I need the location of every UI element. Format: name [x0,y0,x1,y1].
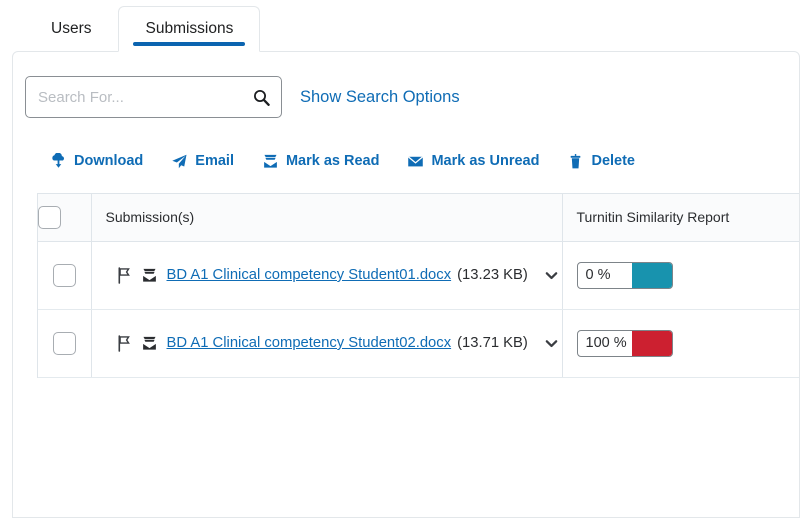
row-checkbox[interactable] [52,331,76,355]
trash-icon [567,153,584,170]
submissions-panel: Show Search Options Download Email [12,51,800,518]
submissions-column-header: Submission(s) [90,194,563,242]
turnitin-cell: 100 % [562,309,799,378]
search-input[interactable] [26,88,281,106]
inbox-down-icon[interactable] [141,335,158,352]
select-all-header [38,194,91,242]
delete-button[interactable]: Delete [567,153,635,170]
similarity-color-swatch [631,262,672,288]
row-checkbox[interactable] [52,263,76,287]
turnitin-column-header: Turnitin Similarity Report [562,194,799,242]
envelope-icon [407,153,424,170]
flag-outline-icon[interactable] [117,266,132,284]
download-label: Download [74,153,144,169]
similarity-color-swatch [631,330,672,356]
submission-cell: BD A1 Clinical competency Student01.docx… [90,241,563,310]
search-icon[interactable] [252,88,270,106]
row-select-cell [38,241,91,310]
search-row: Show Search Options [25,76,799,118]
turnitin-cell: 0 % [562,241,799,310]
search-box[interactable] [25,76,282,118]
active-tab-indicator [133,42,246,46]
inbox-down-icon[interactable] [141,267,158,284]
action-toolbar: Download Email Mark as Read Mark as Unre… [25,149,799,173]
similarity-badge[interactable]: 0 % [576,261,673,289]
tab-users[interactable]: Users [24,6,118,52]
cloud-download-icon [50,152,67,170]
download-button[interactable]: Download [50,152,144,170]
submission-file-link[interactable]: BD A1 Clinical competency Student01.docx [167,267,452,283]
submission-file-size: (13.71 KB) [457,335,528,351]
inbox-down-icon [262,153,279,170]
select-all-checkbox[interactable] [38,205,61,229]
table-row: BD A1 Clinical competency Student02.docx… [38,309,799,378]
submission-cell: BD A1 Clinical competency Student02.docx… [90,309,563,378]
tab-strip: Users Submissions [0,0,800,52]
submissions-table: Submission(s) Turnitin Similarity Report [37,193,799,378]
similarity-value: 0 % [585,267,611,283]
tab-submissions-label: Submissions [145,20,234,37]
delete-label: Delete [591,153,635,169]
paper-plane-icon [171,153,188,170]
mark-as-read-label: Mark as Read [285,153,380,169]
email-button[interactable]: Email [171,153,234,170]
tab-submissions[interactable]: Submissions [118,6,261,52]
similarity-value: 100 % [585,335,627,351]
chevron-down-icon[interactable] [544,336,559,351]
table-header-row: Submission(s) Turnitin Similarity Report [38,194,799,242]
similarity-badge[interactable]: 100 % [576,329,673,357]
submission-file-size: (13.23 KB) [457,267,528,283]
row-select-cell [38,309,91,378]
chevron-down-icon[interactable] [544,268,559,283]
show-search-options-link[interactable]: Show Search Options [300,88,460,107]
mark-as-unread-button[interactable]: Mark as Unread [407,153,539,170]
email-label: Email [195,153,234,169]
flag-outline-icon[interactable] [117,334,132,352]
table-row: BD A1 Clinical competency Student01.docx… [38,241,799,310]
mark-as-unread-label: Mark as Unread [431,153,540,169]
submission-file-link[interactable]: BD A1 Clinical competency Student02.docx [167,335,452,351]
tab-users-label: Users [51,20,92,37]
mark-as-read-button[interactable]: Mark as Read [262,153,380,170]
